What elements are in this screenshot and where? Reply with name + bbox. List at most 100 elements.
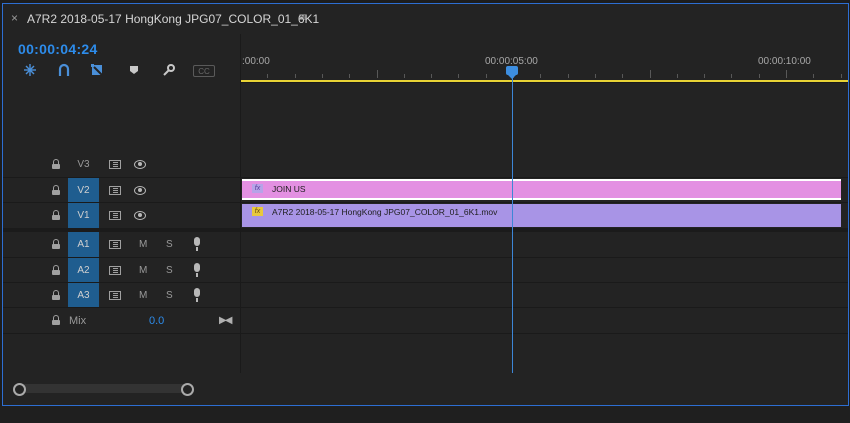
mix-expand-icon[interactable]: ▶◀	[219, 315, 232, 326]
mute-button[interactable]: M	[139, 290, 147, 301]
ruler-tick	[294, 74, 296, 78]
eye-icon[interactable]	[134, 160, 146, 169]
grid-line	[3, 202, 848, 203]
playhead-line[interactable]	[512, 68, 513, 382]
sync-lock-icon[interactable]	[109, 160, 121, 169]
grid-line	[3, 333, 848, 334]
ruler-tick	[758, 74, 760, 78]
video-audio-divider	[3, 228, 848, 232]
sequence-tab-title[interactable]: A7R2 2018-05-17 HongKong JPG07_COLOR_01_…	[27, 12, 319, 26]
captions-icon[interactable]: CC	[193, 65, 215, 77]
wrench-icon[interactable]	[160, 62, 178, 78]
solo-button[interactable]: S	[166, 265, 173, 276]
ruler-tick	[540, 74, 542, 78]
ruler-tick	[622, 74, 624, 78]
track-label-v2[interactable]: V2	[68, 178, 99, 203]
ruler-tick	[431, 74, 433, 78]
solo-button[interactable]: S	[166, 290, 173, 301]
header-divider	[240, 34, 241, 373]
ruler-tick	[840, 74, 842, 78]
mute-button[interactable]: M	[139, 239, 147, 250]
add-marker-icon[interactable]	[89, 62, 107, 78]
mix-volume-value[interactable]: 0.0	[149, 315, 164, 327]
track-lane-v3[interactable]	[240, 152, 848, 177]
ruler-tick	[567, 74, 569, 78]
track-label-a2[interactable]: A2	[68, 258, 99, 283]
grid-line	[3, 257, 848, 258]
clip-join-us[interactable]: fx JOIN US	[242, 179, 841, 200]
lock-icon[interactable]	[52, 185, 60, 195]
track-header-a3: A3 M S	[3, 283, 240, 308]
ruler-tick	[485, 74, 487, 78]
ruler-tick	[676, 74, 678, 78]
eye-icon[interactable]	[134, 186, 146, 195]
track-lane-mix[interactable]	[240, 308, 848, 333]
track-label-a3[interactable]: A3	[68, 283, 99, 308]
panel-menu-icon[interactable]: ≡	[299, 10, 306, 24]
grid-line	[3, 177, 848, 178]
track-lane-a1[interactable]	[240, 232, 848, 257]
panel-bottom-strip	[0, 406, 850, 423]
eye-icon[interactable]	[134, 211, 146, 220]
track-header-mix: Mix 0.0 ▶◀	[3, 308, 240, 333]
ruler-tick	[649, 70, 651, 78]
ruler-tick	[321, 74, 323, 78]
mute-button[interactable]: M	[139, 265, 147, 276]
microphone-icon[interactable]	[193, 263, 201, 278]
lock-icon[interactable]	[52, 315, 60, 325]
sync-lock-icon[interactable]	[109, 240, 121, 249]
linked-selection-icon[interactable]	[55, 62, 73, 78]
fx-badge[interactable]: fx	[252, 207, 263, 216]
snap-icon[interactable]	[21, 62, 39, 78]
marker-icon[interactable]	[125, 62, 143, 78]
ruler-tick	[349, 74, 351, 78]
time-ruler[interactable]: :00:00 00:00:05:00 00:00:10:00	[240, 34, 848, 83]
scrollbar-left-handle[interactable]	[13, 383, 26, 396]
lock-icon[interactable]	[52, 265, 60, 275]
clip-label: JOIN US	[272, 184, 306, 194]
fx-badge[interactable]: fx	[252, 184, 263, 193]
sync-lock-icon[interactable]	[109, 266, 121, 275]
playhead-handle[interactable]	[506, 66, 518, 79]
track-header-v2: V2	[3, 178, 240, 203]
zoom-scrollbar[interactable]	[17, 384, 191, 393]
ruler-label-10s: 00:00:10:00	[758, 56, 811, 67]
scrollbar-right-handle[interactable]	[181, 383, 194, 396]
microphone-icon[interactable]	[193, 237, 201, 252]
track-label-a1[interactable]: A1	[68, 232, 99, 257]
lock-icon[interactable]	[52, 159, 60, 169]
timeline-empty-area	[240, 83, 848, 152]
solo-button[interactable]: S	[166, 239, 173, 250]
track-lane-a2[interactable]	[240, 258, 848, 283]
sync-lock-icon[interactable]	[109, 291, 121, 300]
sync-lock-icon[interactable]	[109, 186, 121, 195]
sync-lock-icon[interactable]	[109, 211, 121, 220]
grid-line	[3, 282, 848, 283]
track-label-v1[interactable]: V1	[68, 203, 99, 228]
timeline-header: 00:00:04:24 CC	[3, 34, 240, 152]
work-area-bar[interactable]	[240, 80, 848, 82]
clip-video-mov[interactable]: fx A7R2 2018-05-17 HongKong JPG07_COLOR_…	[242, 204, 841, 227]
lock-icon[interactable]	[52, 210, 60, 220]
ruler-tick	[403, 74, 405, 78]
panel-tab-bar: × A7R2 2018-05-17 HongKong JPG07_COLOR_0…	[3, 4, 848, 34]
track-header-a2: A2 M S	[3, 258, 240, 283]
microphone-icon[interactable]	[193, 288, 201, 303]
ruler-tick	[813, 74, 815, 78]
track-header-v1: V1	[3, 203, 240, 228]
ruler-tick	[376, 70, 378, 78]
timeline-scroll-area	[3, 373, 848, 405]
track-header-v3: V3	[3, 152, 240, 177]
ruler-label-start: :00:00	[242, 56, 270, 67]
grid-line	[3, 307, 848, 308]
track-label-v3[interactable]: V3	[68, 152, 99, 177]
close-icon[interactable]: ×	[11, 11, 18, 25]
track-header-a1: A1 M S	[3, 232, 240, 257]
timeline-panel: × A7R2 2018-05-17 HongKong JPG07_COLOR_0…	[2, 3, 849, 406]
playhead-timecode[interactable]: 00:00:04:24	[18, 41, 98, 57]
ruler-tick	[267, 74, 269, 78]
ruler-tick	[594, 74, 596, 78]
track-lane-a3[interactable]	[240, 283, 848, 308]
lock-icon[interactable]	[52, 239, 60, 249]
lock-icon[interactable]	[52, 290, 60, 300]
